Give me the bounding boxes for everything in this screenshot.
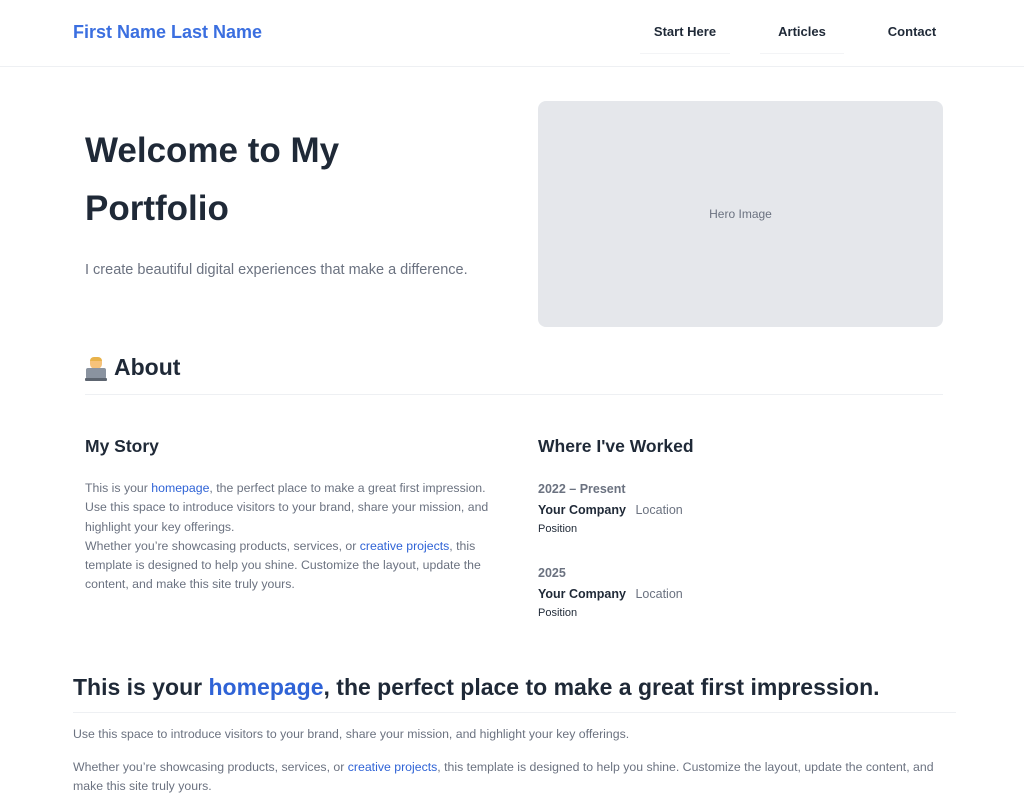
story-text-segment: This is your	[85, 481, 152, 495]
intro-heading-segment: This is your	[73, 674, 209, 700]
story-creative-projects-link[interactable]: creative projects	[360, 539, 450, 553]
technologist-icon	[85, 356, 107, 381]
job-row: Your Company Location	[538, 586, 938, 602]
intro-paragraph-2: Whether you’re showcasing products, serv…	[73, 758, 953, 797]
job-company: Your Company	[538, 503, 626, 517]
nav-contact[interactable]: Contact	[872, 10, 952, 54]
my-story-heading: My Story	[85, 436, 159, 456]
job-entry: 2022 – Present Your Company Location Pos…	[538, 481, 938, 536]
about-heading-text: About	[114, 354, 181, 380]
story-text-segment: Whether you’re showcasing products, serv…	[85, 538, 360, 553]
intro-paragraph-1: Use this space to introduce visitors to …	[73, 727, 630, 741]
job-location: Location	[635, 587, 683, 601]
intro-heading: This is your homepage, the perfect place…	[73, 674, 880, 701]
my-story-text: This is your homepage, the perfect place…	[85, 479, 505, 595]
about-heading: About	[85, 354, 180, 381]
site-header: First Name Last Name Start Here Articles…	[0, 0, 1024, 67]
job-company: Your Company	[538, 587, 626, 601]
hero-image-placeholder: Hero Image	[538, 101, 943, 327]
intro-creative-projects-link[interactable]: creative projects	[348, 760, 438, 774]
job-position: Position	[538, 523, 578, 535]
hero-subtitle: I create beautiful digital experiences t…	[85, 262, 468, 278]
hero-image-label: Hero Image	[709, 207, 772, 221]
nav-articles[interactable]: Articles	[760, 10, 844, 54]
story-homepage-link[interactable]: homepage	[151, 481, 209, 495]
intro-divider	[73, 712, 956, 713]
job-location: Location	[635, 503, 683, 517]
job-row: Your Company Location	[538, 502, 938, 518]
intro-homepage-link[interactable]: homepage	[208, 674, 323, 700]
job-position: Position	[538, 607, 578, 619]
hero-title: Welcome to My Portfolio	[85, 131, 340, 228]
work-heading: Where I've Worked	[538, 436, 694, 456]
nav-start-here[interactable]: Start Here	[640, 10, 730, 54]
intro-heading-segment: , the perfect place to make a great firs…	[323, 674, 880, 700]
intro-text-segment: Whether you’re showcasing products, serv…	[73, 760, 348, 774]
about-divider	[85, 394, 943, 395]
job-years: 2025	[538, 566, 566, 580]
site-brand-link[interactable]: First Name Last Name	[73, 22, 262, 43]
job-years: 2022 – Present	[538, 482, 626, 496]
job-entry: 2025 Your Company Location Position	[538, 565, 938, 620]
